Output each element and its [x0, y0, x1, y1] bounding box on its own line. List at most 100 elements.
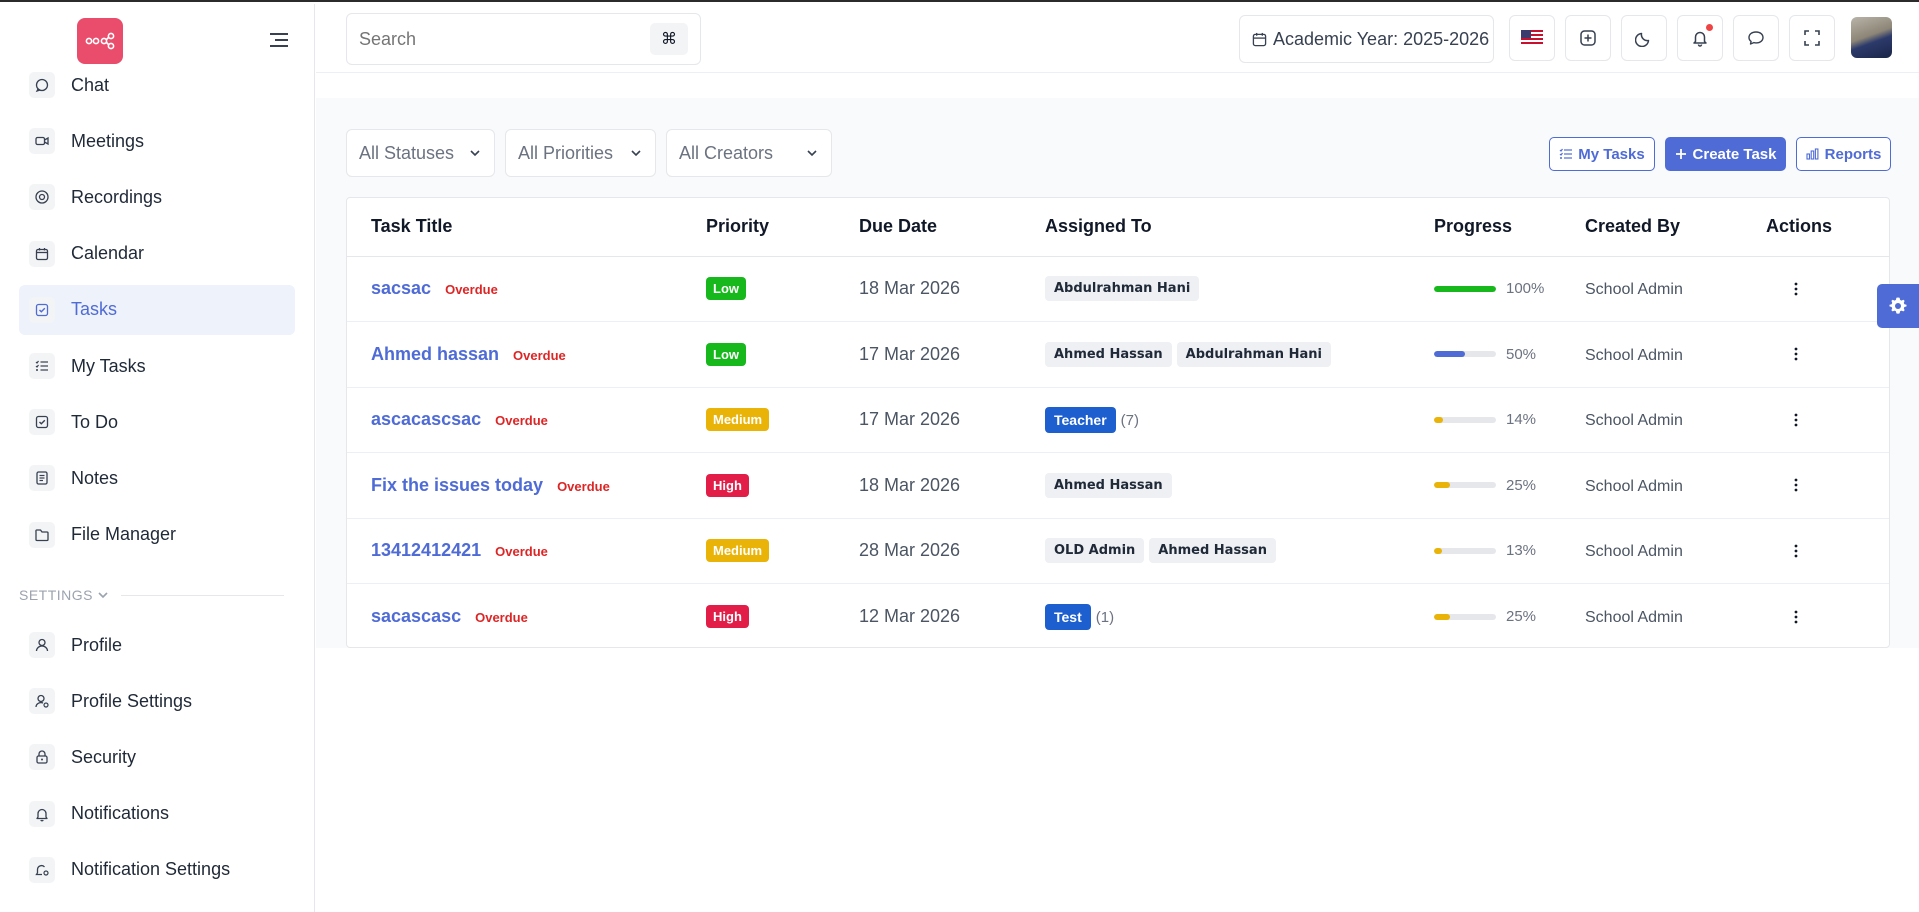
dark-mode-button[interactable] — [1621, 15, 1667, 61]
row-actions-button[interactable] — [1766, 282, 1826, 296]
table-header-row: Task Title Priority Due Date Assigned To… — [347, 198, 1889, 257]
header-task-title[interactable]: Task Title — [347, 198, 706, 257]
settings-section-title[interactable]: SETTINGS — [19, 586, 284, 604]
user-avatar[interactable] — [1851, 17, 1892, 58]
academic-year-button[interactable]: Academic Year: 2025-2026 — [1239, 15, 1494, 63]
priority-badge: Low — [706, 342, 746, 366]
table-row[interactable]: sacascasc Overdue High 12 Mar 2026 Test (1) 25… — [347, 584, 1889, 650]
creator-filter[interactable]: All Creators — [666, 129, 832, 177]
create-task-button[interactable]: Create Task — [1665, 137, 1786, 171]
progress-track — [1434, 416, 1496, 423]
plus-icon — [1675, 149, 1686, 159]
progress-bar: 13% — [1434, 542, 1585, 559]
tasks-table: Task Title Priority Due Date Assigned To… — [347, 198, 1889, 649]
progress-bar: 100% — [1434, 280, 1585, 297]
overdue-badge: Overdue — [513, 347, 566, 363]
search-input[interactable] — [359, 28, 639, 50]
task-title-link[interactable]: ascacascsac — [371, 409, 481, 429]
notifications-button[interactable] — [1677, 15, 1723, 61]
chevron-down-icon — [470, 150, 480, 157]
priority-badge: Medium — [706, 539, 770, 563]
table-row[interactable]: 13412412421 Overdue Medium 28 Mar 2026 OLD A… — [347, 518, 1889, 584]
header-priority[interactable]: Priority — [706, 198, 859, 257]
messages-button[interactable] — [1733, 15, 1779, 61]
progress-label: 25% — [1506, 476, 1537, 494]
sidebar-toggle-button[interactable] — [268, 30, 290, 50]
task-title-link[interactable]: sacascasc — [371, 606, 461, 626]
sidebar-item-security[interactable]: Security — [19, 732, 295, 782]
settings-label: SETTINGS — [19, 587, 94, 603]
row-actions-button[interactable] — [1766, 610, 1826, 624]
calendar-icon — [1252, 32, 1267, 46]
gear-icon — [1889, 297, 1907, 314]
sidebar-item-chat[interactable]: Chat — [19, 60, 295, 110]
status-filter[interactable]: All Statuses — [346, 129, 495, 177]
my-tasks-label: My Tasks — [1578, 145, 1645, 163]
task-title-link[interactable]: 13412412421 — [371, 540, 481, 560]
group-count: (7) — [1120, 411, 1140, 429]
create-task-label: Create Task — [1692, 145, 1777, 163]
progress-label: 14% — [1506, 411, 1537, 429]
sidebar-item-label: Notes — [71, 467, 119, 488]
fullscreen-button[interactable] — [1789, 15, 1835, 61]
reports-button[interactable]: Reports — [1796, 137, 1891, 171]
priority-badge: High — [706, 605, 749, 628]
table-row[interactable]: sacsac Overdue Low 18 Mar 2026 Abdulrahman H… — [347, 256, 1889, 322]
created-by: School Admin — [1585, 412, 1683, 430]
calendar-icon — [29, 240, 55, 267]
row-actions-button[interactable] — [1766, 347, 1826, 361]
table-row[interactable]: ascacascsac Overdue Medium 17 Mar 2026 Teach… — [347, 387, 1889, 453]
sidebar-item-notifications[interactable]: Notifications — [19, 789, 295, 839]
add-button[interactable] — [1565, 15, 1611, 61]
sidebar-item-notes[interactable]: Notes — [19, 453, 295, 503]
progress-bar: 25% — [1434, 608, 1585, 625]
row-actions-button[interactable] — [1766, 413, 1826, 427]
header-progress[interactable]: Progress — [1434, 198, 1585, 257]
row-actions-button[interactable] — [1766, 544, 1826, 558]
priority-filter[interactable]: All Priorities — [505, 129, 656, 177]
progress-track — [1434, 482, 1496, 489]
table-row[interactable]: Fix the issues today Overdue High 18 Mar 20… — [347, 452, 1889, 519]
my-tasks-button[interactable]: My Tasks — [1549, 137, 1655, 171]
overdue-badge: Overdue — [475, 610, 528, 625]
assignee-chip: Abdulrahman Hani — [1045, 276, 1200, 302]
sidebar-item-recordings[interactable]: Recordings — [19, 172, 295, 222]
logo-icon — [85, 32, 115, 50]
app-logo[interactable] — [77, 18, 123, 64]
language-button[interactable] — [1509, 15, 1555, 61]
task-title-link[interactable]: sacsac — [371, 278, 431, 298]
sidebar-item-my-tasks[interactable]: My Tasks — [19, 341, 295, 391]
sidebar-item-profile-settings[interactable]: Profile Settings — [19, 676, 295, 726]
table-row[interactable]: Ahmed hassan Overdue Low 17 Mar 2026 Ahmed H… — [347, 321, 1889, 388]
sidebar-item-label: Notification Settings — [71, 859, 231, 880]
sidebar-item-to-do[interactable]: To Do — [19, 397, 295, 447]
academic-year-label: Academic Year: 2025-2026 — [1273, 28, 1490, 49]
kebab-menu-icon — [1794, 413, 1798, 427]
sidebar-item-label: Recordings — [71, 186, 163, 207]
sidebar-item-label: Profile — [71, 634, 123, 655]
sidebar-item-calendar[interactable]: Calendar — [19, 229, 295, 279]
sidebar-item-label: To Do — [71, 411, 119, 432]
sidebar: Chat Meetings Recordings Calendar Tasks My Ta… — [0, 4, 315, 912]
header-due-date[interactable]: Due Date — [859, 198, 1045, 257]
progress-fill — [1434, 547, 1443, 554]
task-title-link[interactable]: Fix the issues today — [371, 475, 543, 495]
kebab-menu-icon — [1794, 347, 1798, 361]
assignee-chip: Ahmed Hassan — [1045, 341, 1172, 367]
task-title-link[interactable]: Ahmed hassan — [371, 344, 499, 364]
sidebar-item-meetings[interactable]: Meetings — [19, 116, 295, 166]
moon-icon — [1635, 32, 1650, 47]
created-by: School Admin — [1585, 609, 1683, 626]
search-box[interactable]: ⌘ — [346, 13, 701, 65]
reports-label: Reports — [1824, 145, 1882, 163]
chevron-down-icon — [631, 150, 641, 157]
sidebar-item-tasks[interactable]: Tasks — [19, 284, 295, 335]
sidebar-item-notification-settings[interactable]: Notification Settings — [19, 845, 295, 895]
row-actions-button[interactable] — [1766, 478, 1826, 492]
progress-bar: 25% — [1434, 477, 1585, 494]
theme-settings-button[interactable] — [1877, 284, 1919, 328]
due-date: 17 Mar 2026 — [859, 343, 961, 364]
sidebar-item-file-manager[interactable]: File Manager — [19, 510, 295, 560]
progress-track — [1434, 351, 1496, 358]
sidebar-item-profile[interactable]: Profile — [19, 620, 295, 670]
